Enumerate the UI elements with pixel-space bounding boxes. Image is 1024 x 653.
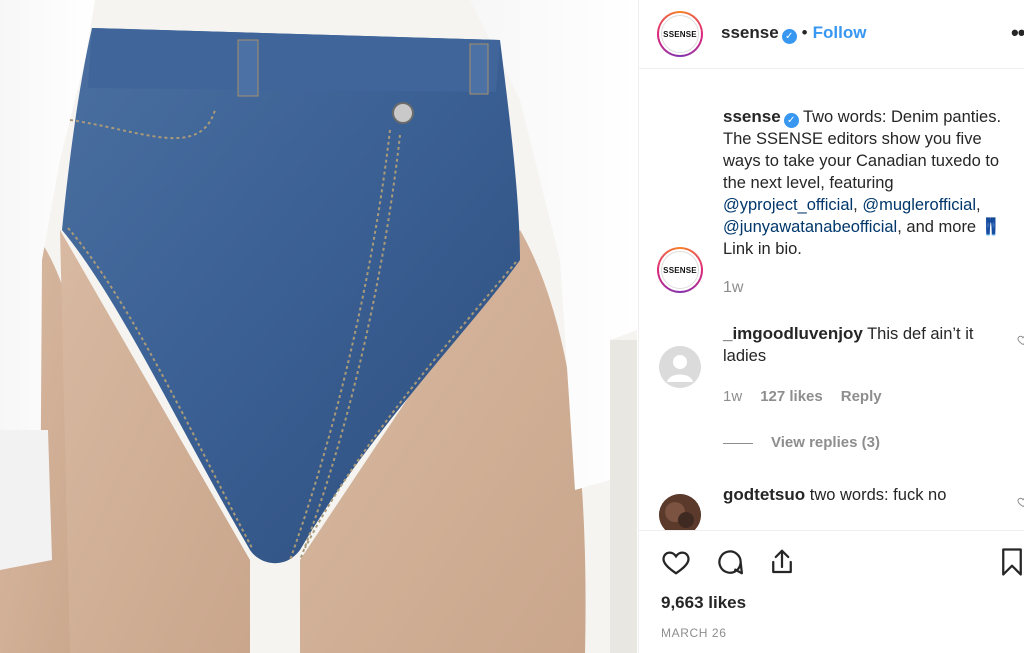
comment-item: _imgoodluvenjoy This def ain’t it ladies… bbox=[639, 323, 1024, 456]
author-username[interactable]: ssense bbox=[721, 23, 779, 42]
comment-likes[interactable]: 127 likes bbox=[760, 388, 823, 405]
post-image[interactable] bbox=[0, 0, 637, 653]
comment-body: _imgoodluvenjoy This def ain’t it ladies bbox=[723, 323, 1013, 367]
share-upload-icon[interactable] bbox=[767, 547, 797, 577]
likes-count[interactable]: 9,663 likes bbox=[661, 593, 746, 613]
comment-body: godtetsuo two words: fuck no bbox=[723, 484, 1013, 506]
commenter-avatar[interactable] bbox=[659, 494, 701, 530]
caption-text: , and more bbox=[897, 218, 981, 236]
caption-text: Link in bio. bbox=[723, 240, 802, 258]
view-replies-button[interactable]: View replies (3) bbox=[723, 434, 880, 451]
like-heart-icon[interactable] bbox=[661, 547, 691, 577]
post-photo-graphic bbox=[0, 0, 637, 653]
post-sidebar: SSENSE ssense✓•Follow ••• SSENSE ssense✓… bbox=[638, 0, 1024, 653]
commenter-photo bbox=[659, 494, 701, 530]
commenter-username[interactable]: _imgoodluvenjoy bbox=[723, 324, 863, 343]
caption-timestamp[interactable]: 1w bbox=[723, 279, 743, 297]
mention-link[interactable]: @junyawatanabeofficial bbox=[723, 218, 897, 236]
verified-badge-icon: ✓ bbox=[783, 113, 799, 128]
post-actions: 9,663 likes MARCH 26 bbox=[639, 530, 1024, 653]
mention-link[interactable]: @yproject_official bbox=[723, 196, 853, 214]
commenter-username[interactable]: godtetsuo bbox=[723, 485, 805, 504]
default-avatar-icon bbox=[659, 346, 701, 388]
caption-separator: , bbox=[853, 196, 863, 214]
comment-like-heart-icon[interactable] bbox=[1017, 496, 1024, 508]
caption-username[interactable]: ssense bbox=[723, 107, 781, 126]
mention-link[interactable]: @muglerofficial bbox=[862, 196, 976, 214]
jeans-emoji-icon: 👖 bbox=[980, 218, 1002, 236]
more-options-icon[interactable]: ••• bbox=[1011, 20, 1024, 46]
comment-timestamp[interactable]: 1w bbox=[723, 388, 742, 405]
brand-logo: SSENSE bbox=[661, 15, 699, 53]
comment-text: two words: fuck no bbox=[805, 486, 947, 504]
view-replies-label: View replies (3) bbox=[771, 434, 880, 451]
caption-separator: , bbox=[976, 196, 981, 214]
author-avatar[interactable]: SSENSE bbox=[657, 11, 703, 57]
reply-button[interactable]: Reply bbox=[841, 388, 882, 405]
post-header: SSENSE ssense✓ • Follow ••• bbox=[639, 0, 1024, 69]
follow-button[interactable]: Follow bbox=[813, 23, 867, 42]
separator-dot: • bbox=[801, 23, 808, 42]
comment-meta: 1w 127 likes Reply bbox=[723, 388, 900, 405]
save-bookmark-icon[interactable] bbox=[997, 547, 1024, 577]
caption-author-avatar[interactable]: SSENSE bbox=[657, 247, 703, 293]
brand-logo: SSENSE bbox=[661, 251, 699, 289]
post-date[interactable]: MARCH 26 bbox=[661, 626, 726, 640]
replies-divider bbox=[723, 442, 753, 444]
comment-bubble-icon[interactable] bbox=[715, 547, 745, 577]
verified-badge-icon: ✓ bbox=[781, 29, 797, 44]
commenter-avatar[interactable] bbox=[659, 346, 701, 388]
header-user-line: ssense ✓ • Follow bbox=[721, 23, 866, 44]
comments-section[interactable]: SSENSE ssense ✓ Two words: Denim panties.… bbox=[639, 70, 1024, 530]
comment-item: godtetsuo two words: fuck no bbox=[639, 484, 1024, 530]
comment-like-heart-icon[interactable] bbox=[1017, 334, 1024, 346]
post-caption: ssense ✓ Two words: Denim panties. The SS… bbox=[723, 106, 1023, 260]
